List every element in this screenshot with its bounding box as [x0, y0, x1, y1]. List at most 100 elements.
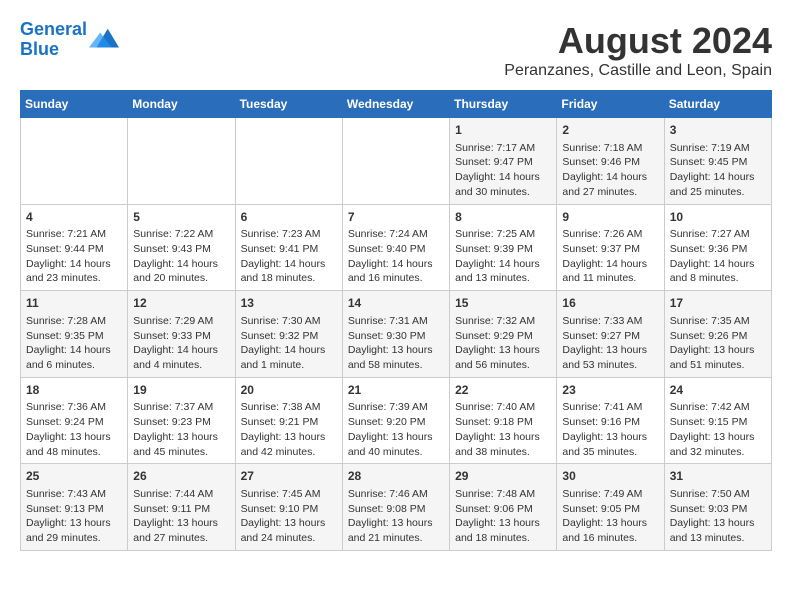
day-info-line: Sunrise: 7:24 AM [348, 227, 444, 242]
day-info-line: Sunset: 9:15 PM [670, 415, 766, 430]
day-info-line: Sunrise: 7:26 AM [562, 227, 658, 242]
calendar-body: 1Sunrise: 7:17 AMSunset: 9:47 PMDaylight… [21, 118, 772, 551]
calendar-cell: 9Sunrise: 7:26 AMSunset: 9:37 PMDaylight… [557, 204, 664, 291]
calendar-cell: 17Sunrise: 7:35 AMSunset: 9:26 PMDayligh… [664, 291, 771, 378]
day-info-line: Sunrise: 7:19 AM [670, 141, 766, 156]
day-info-line: and 1 minute. [241, 358, 337, 373]
day-info-line: and 51 minutes. [670, 358, 766, 373]
day-info-line: and 23 minutes. [26, 271, 122, 286]
calendar-cell [235, 118, 342, 205]
day-info-line: and 58 minutes. [348, 358, 444, 373]
day-info-line: Sunrise: 7:46 AM [348, 487, 444, 502]
day-info-line: Sunset: 9:44 PM [26, 242, 122, 257]
calendar-cell: 14Sunrise: 7:31 AMSunset: 9:30 PMDayligh… [342, 291, 449, 378]
calendar-cell: 10Sunrise: 7:27 AMSunset: 9:36 PMDayligh… [664, 204, 771, 291]
day-info-line: Daylight: 14 hours [26, 257, 122, 272]
day-number: 25 [26, 468, 122, 485]
day-number: 10 [670, 209, 766, 226]
day-info-line: Sunrise: 7:32 AM [455, 314, 551, 329]
day-number: 11 [26, 295, 122, 312]
calendar-cell: 22Sunrise: 7:40 AMSunset: 9:18 PMDayligh… [450, 377, 557, 464]
day-info-line: and 30 minutes. [455, 185, 551, 200]
day-info-line: Sunrise: 7:25 AM [455, 227, 551, 242]
day-info-line: Daylight: 13 hours [455, 343, 551, 358]
day-info-line: Sunrise: 7:50 AM [670, 487, 766, 502]
day-info-line: Daylight: 13 hours [670, 343, 766, 358]
day-info-line: Sunrise: 7:23 AM [241, 227, 337, 242]
day-info-line: Sunset: 9:43 PM [133, 242, 229, 257]
day-info-line: Sunrise: 7:21 AM [26, 227, 122, 242]
day-info-line: Sunrise: 7:41 AM [562, 400, 658, 415]
calendar-cell: 13Sunrise: 7:30 AMSunset: 9:32 PMDayligh… [235, 291, 342, 378]
day-number: 23 [562, 382, 658, 399]
day-number: 13 [241, 295, 337, 312]
day-info-line: and 13 minutes. [670, 531, 766, 546]
day-info-line: and 38 minutes. [455, 445, 551, 460]
weekday-header-friday: Friday [557, 91, 664, 118]
day-info-line: Sunrise: 7:27 AM [670, 227, 766, 242]
day-number: 7 [348, 209, 444, 226]
calendar-cell: 8Sunrise: 7:25 AMSunset: 9:39 PMDaylight… [450, 204, 557, 291]
calendar-cell: 1Sunrise: 7:17 AMSunset: 9:47 PMDaylight… [450, 118, 557, 205]
day-info-line: and 13 minutes. [455, 271, 551, 286]
day-info-line: Sunset: 9:27 PM [562, 329, 658, 344]
calendar-subtitle: Peranzanes, Castille and Leon, Spain [504, 62, 772, 80]
calendar-cell: 30Sunrise: 7:49 AMSunset: 9:05 PMDayligh… [557, 464, 664, 551]
day-info-line: and 8 minutes. [670, 271, 766, 286]
day-number: 29 [455, 468, 551, 485]
calendar-week-5: 25Sunrise: 7:43 AMSunset: 9:13 PMDayligh… [21, 464, 772, 551]
day-number: 9 [562, 209, 658, 226]
day-info-line: Daylight: 14 hours [562, 257, 658, 272]
weekday-header-thursday: Thursday [450, 91, 557, 118]
day-number: 1 [455, 122, 551, 139]
calendar-week-2: 4Sunrise: 7:21 AMSunset: 9:44 PMDaylight… [21, 204, 772, 291]
day-info-line: Daylight: 13 hours [133, 516, 229, 531]
day-info-line: Sunset: 9:16 PM [562, 415, 658, 430]
day-info-line: Sunset: 9:11 PM [133, 502, 229, 517]
day-number: 14 [348, 295, 444, 312]
day-number: 12 [133, 295, 229, 312]
day-info-line: Daylight: 14 hours [348, 257, 444, 272]
day-info-line: and 21 minutes. [348, 531, 444, 546]
calendar-cell: 29Sunrise: 7:48 AMSunset: 9:06 PMDayligh… [450, 464, 557, 551]
day-info-line: Sunset: 9:03 PM [670, 502, 766, 517]
day-info-line: and 56 minutes. [455, 358, 551, 373]
day-info-line: and 11 minutes. [562, 271, 658, 286]
day-number: 17 [670, 295, 766, 312]
calendar-cell: 23Sunrise: 7:41 AMSunset: 9:16 PMDayligh… [557, 377, 664, 464]
calendar-cell: 16Sunrise: 7:33 AMSunset: 9:27 PMDayligh… [557, 291, 664, 378]
day-info-line: Daylight: 13 hours [670, 430, 766, 445]
day-info-line: and 27 minutes. [562, 185, 658, 200]
logo-text: GeneralBlue [20, 20, 87, 60]
day-info-line: Daylight: 14 hours [670, 257, 766, 272]
day-number: 20 [241, 382, 337, 399]
day-info-line: Sunrise: 7:37 AM [133, 400, 229, 415]
day-number: 18 [26, 382, 122, 399]
calendar-week-3: 11Sunrise: 7:28 AMSunset: 9:35 PMDayligh… [21, 291, 772, 378]
day-number: 28 [348, 468, 444, 485]
day-info-line: and 4 minutes. [133, 358, 229, 373]
day-info-line: and 35 minutes. [562, 445, 658, 460]
day-info-line: Sunset: 9:40 PM [348, 242, 444, 257]
day-info-line: and 20 minutes. [133, 271, 229, 286]
day-info-line: and 27 minutes. [133, 531, 229, 546]
day-number: 4 [26, 209, 122, 226]
day-info-line: Daylight: 13 hours [562, 343, 658, 358]
day-info-line: and 6 minutes. [26, 358, 122, 373]
day-info-line: Sunrise: 7:44 AM [133, 487, 229, 502]
calendar-cell [128, 118, 235, 205]
calendar-header: SundayMondayTuesdayWednesdayThursdayFrid… [21, 91, 772, 118]
day-info-line: Daylight: 14 hours [455, 170, 551, 185]
day-info-line: Daylight: 13 hours [670, 516, 766, 531]
day-info-line: Daylight: 13 hours [26, 430, 122, 445]
day-number: 19 [133, 382, 229, 399]
day-info-line: Daylight: 13 hours [348, 516, 444, 531]
calendar-table: SundayMondayTuesdayWednesdayThursdayFrid… [20, 90, 772, 551]
day-info-line: Daylight: 13 hours [133, 430, 229, 445]
logo: GeneralBlue [20, 20, 119, 60]
calendar-cell: 6Sunrise: 7:23 AMSunset: 9:41 PMDaylight… [235, 204, 342, 291]
day-info-line: Daylight: 13 hours [348, 343, 444, 358]
calendar-cell: 18Sunrise: 7:36 AMSunset: 9:24 PMDayligh… [21, 377, 128, 464]
calendar-cell: 11Sunrise: 7:28 AMSunset: 9:35 PMDayligh… [21, 291, 128, 378]
calendar-cell: 31Sunrise: 7:50 AMSunset: 9:03 PMDayligh… [664, 464, 771, 551]
